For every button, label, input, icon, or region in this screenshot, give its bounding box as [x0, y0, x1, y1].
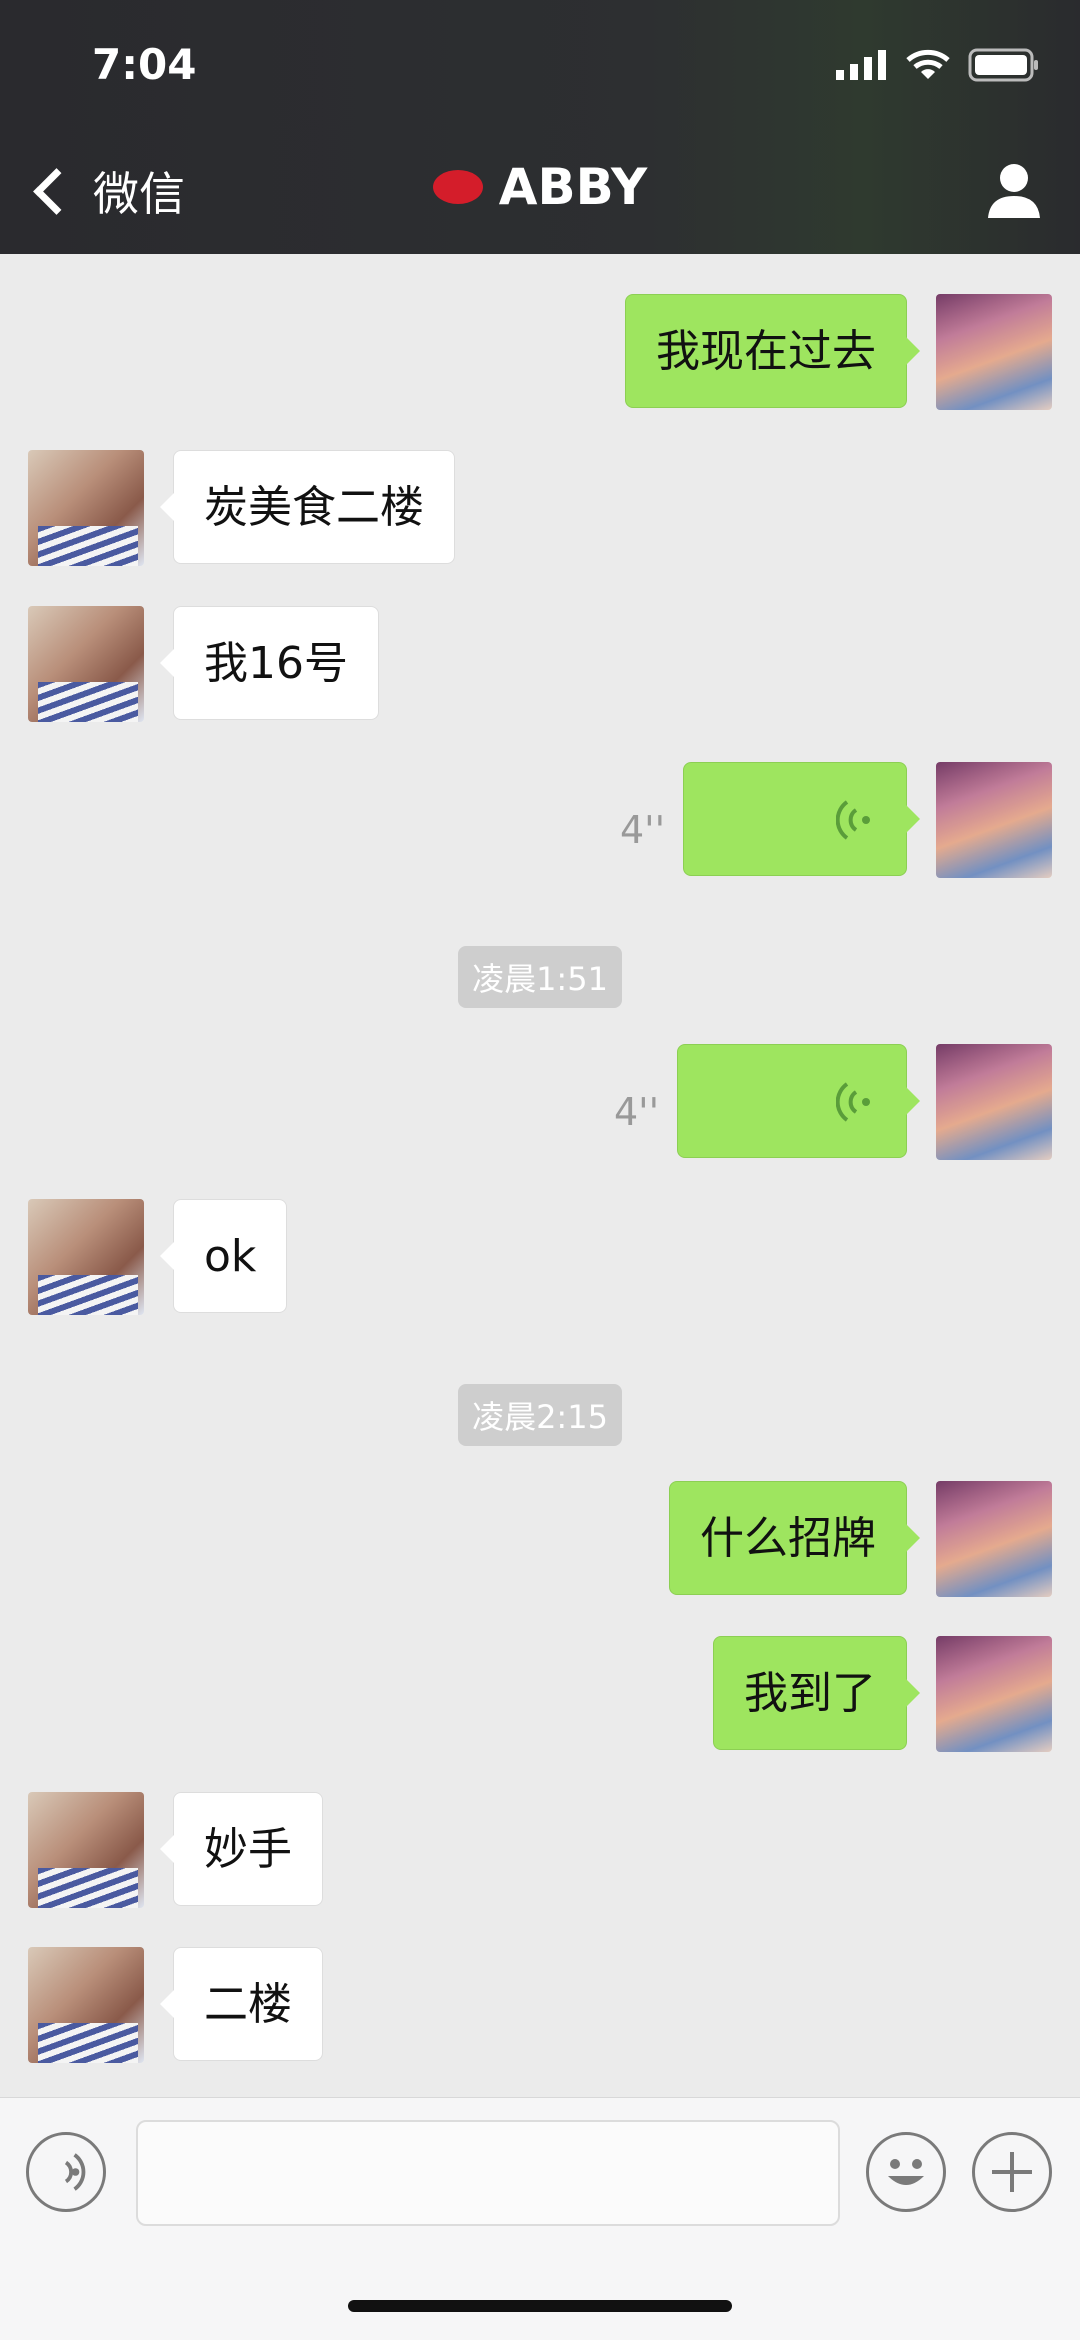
message-bubble[interactable]: ok — [159, 1199, 288, 1313]
message-bubble[interactable]: 炭美食二楼 — [160, 450, 455, 564]
wifi-icon — [906, 49, 950, 79]
signal-icon — [836, 50, 886, 80]
my-avatar[interactable] — [936, 762, 1052, 878]
contact-avatar[interactable] — [28, 1947, 144, 2063]
voice-duration: 4'' — [614, 1090, 660, 1134]
my-avatar[interactable] — [936, 1044, 1052, 1160]
top-bar: 7:04 微信 ABBY — [0, 0, 1080, 254]
message-input[interactable] — [136, 2120, 840, 2226]
lips-emoji-icon — [432, 169, 483, 204]
message-bubble[interactable]: 什么招牌 — [669, 1481, 920, 1595]
voice-message-bubble[interactable] — [677, 1044, 920, 1158]
contact-profile-icon[interactable] — [986, 160, 1042, 220]
more-button[interactable] — [972, 2132, 1052, 2212]
contact-avatar[interactable] — [28, 1199, 144, 1315]
voice-wave-icon — [836, 800, 870, 840]
emoji-button[interactable] — [866, 2132, 946, 2212]
home-indicator[interactable] — [348, 2300, 732, 2312]
voice-mode-icon — [64, 2153, 86, 2191]
my-avatar[interactable] — [936, 1481, 1052, 1597]
timestamp: 凌晨1:51 — [0, 946, 1080, 1008]
timestamp: 凌晨2:15 — [0, 1384, 1080, 1446]
my-avatar[interactable] — [936, 1636, 1052, 1752]
contact-avatar[interactable] — [28, 1792, 144, 1908]
chat-title: ABBY — [0, 158, 1080, 216]
message-bubble[interactable]: 妙手 — [160, 1792, 323, 1906]
contact-name: ABBY — [498, 158, 648, 216]
emoji-icon — [888, 2159, 924, 2185]
message-bubble[interactable]: 我现在过去 — [625, 294, 920, 408]
message-bubble[interactable]: 二楼 — [160, 1947, 323, 2061]
message-bubble[interactable]: 我16号 — [160, 606, 379, 720]
voice-mode-button[interactable] — [26, 2132, 106, 2212]
timestamp-label: 凌晨1:51 — [458, 946, 622, 1008]
contact-avatar[interactable] — [28, 450, 144, 566]
battery-icon — [968, 48, 1038, 82]
message-bubble[interactable]: 我到了 — [713, 1636, 920, 1750]
status-icons — [836, 48, 1040, 82]
status-time: 7:04 — [92, 40, 197, 89]
plus-icon — [992, 2152, 1032, 2192]
contact-avatar[interactable] — [28, 606, 144, 722]
voice-message-bubble[interactable] — [683, 762, 920, 876]
timestamp-label: 凌晨2:15 — [458, 1384, 622, 1446]
voice-wave-icon — [836, 1082, 870, 1122]
my-avatar[interactable] — [936, 294, 1052, 410]
voice-duration: 4'' — [620, 808, 666, 852]
